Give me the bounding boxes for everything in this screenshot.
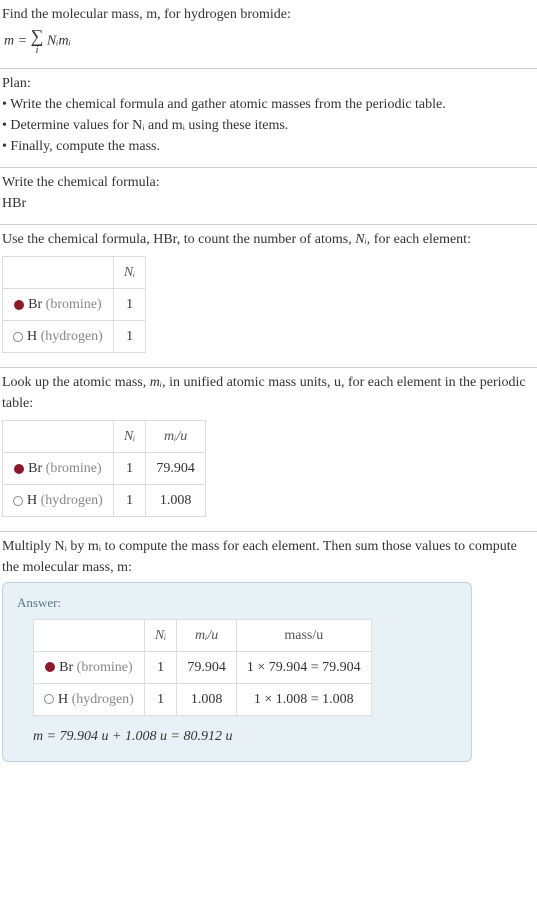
element-swatch-br <box>14 464 24 474</box>
text: Use the chemical formula, HBr, to count … <box>2 232 355 247</box>
step-heading: Look up the atomic mass, mᵢ, in unified … <box>2 372 535 414</box>
table-header-row: Nᵢ <box>3 257 146 289</box>
plan-heading: Plan: <box>2 73 535 94</box>
cell-mass: 1 × 1.008 = 1.008 <box>236 683 371 715</box>
element-name: (hydrogen) <box>72 692 134 707</box>
step-formula-section: Write the chemical formula: HBr <box>0 168 537 224</box>
cell-mi: 1.008 <box>177 683 237 715</box>
element-name: (hydrogen) <box>41 493 103 508</box>
element-symbol: Br <box>28 461 42 476</box>
col-element <box>3 257 114 289</box>
col-ni: Nᵢ <box>113 421 146 453</box>
cell-mass: 1 × 79.904 = 79.904 <box>236 651 371 683</box>
cell-element: H (hydrogen) <box>34 683 145 715</box>
plan-section: Plan: • Write the chemical formula and g… <box>0 69 537 167</box>
element-name: (bromine) <box>46 461 102 476</box>
step-heading: Multiply Nᵢ by mᵢ to compute the mass fo… <box>2 536 535 578</box>
col-mi: mᵢ/u <box>146 421 206 453</box>
sigma-icon: ∑i <box>31 27 44 56</box>
element-symbol: H <box>27 329 37 344</box>
element-swatch-br <box>14 300 24 310</box>
cell-mi: 79.904 <box>146 453 206 485</box>
var-mi: mᵢ <box>150 375 162 390</box>
element-name: (bromine) <box>77 660 133 675</box>
cell-ni: 1 <box>113 485 146 517</box>
answer-box: Answer: Nᵢ mᵢ/u mass/u Br (bromine) 1 79… <box>2 582 472 762</box>
table-row: H (hydrogen) 1 1.008 <box>3 485 206 517</box>
cell-element: H (hydrogen) <box>3 321 114 353</box>
col-ni: Nᵢ <box>113 257 146 289</box>
element-swatch-h <box>13 332 23 342</box>
intro-text: Find the molecular mass, m, for hydrogen… <box>2 4 535 25</box>
answer-label: Answer: <box>17 593 457 613</box>
element-swatch-br <box>45 662 55 672</box>
col-element <box>34 619 145 651</box>
cell-ni: 1 <box>144 651 177 683</box>
sigma: ∑ <box>31 26 44 46</box>
cell-ni: 1 <box>113 321 146 353</box>
table-row: Br (bromine) 1 79.904 1 × 79.904 = 79.90… <box>34 651 372 683</box>
step-heading: Write the chemical formula: <box>2 172 535 193</box>
mass-formula: m = ∑i Nᵢmᵢ <box>2 25 535 58</box>
col-element <box>3 421 114 453</box>
table-row: Br (bromine) 1 <box>3 289 146 321</box>
final-result: m = 79.904 u + 1.008 u = 80.912 u <box>33 726 457 747</box>
plan-bullet: • Finally, compute the mass. <box>2 136 535 157</box>
table-row: H (hydrogen) 1 <box>3 321 146 353</box>
text: , for each element: <box>367 232 471 247</box>
intro-section: Find the molecular mass, m, for hydrogen… <box>0 0 537 68</box>
cell-element: Br (bromine) <box>3 453 114 485</box>
step-heading: Use the chemical formula, HBr, to count … <box>2 229 535 250</box>
cell-element: H (hydrogen) <box>3 485 114 517</box>
col-ni: Nᵢ <box>144 619 177 651</box>
table-row: H (hydrogen) 1 1.008 1 × 1.008 = 1.008 <box>34 683 372 715</box>
plan-bullet: • Determine values for Nᵢ and mᵢ using t… <box>2 115 535 136</box>
step-count-section: Use the chemical formula, HBr, to count … <box>0 225 537 367</box>
table-header-row: Nᵢ mᵢ/u <box>3 421 206 453</box>
cell-ni: 1 <box>113 453 146 485</box>
element-symbol: Br <box>28 297 42 312</box>
element-swatch-h <box>44 694 54 704</box>
col-mass: mass/u <box>236 619 371 651</box>
step-compute-section: Multiply Nᵢ by mᵢ to compute the mass fo… <box>0 532 537 780</box>
col-mi: mᵢ/u <box>177 619 237 651</box>
element-swatch-h <box>13 496 23 506</box>
var-m: m <box>4 34 14 49</box>
cell-element: Br (bromine) <box>3 289 114 321</box>
table-header-row: Nᵢ mᵢ/u mass/u <box>34 619 372 651</box>
element-symbol: Br <box>59 660 73 675</box>
cell-ni: 1 <box>144 683 177 715</box>
count-table: Nᵢ Br (bromine) 1 H (hydrogen) 1 <box>2 256 146 353</box>
element-name: (bromine) <box>46 297 102 312</box>
table-row: Br (bromine) 1 79.904 <box>3 453 206 485</box>
element-symbol: H <box>27 493 37 508</box>
plan-bullet: • Write the chemical formula and gather … <box>2 94 535 115</box>
text: Look up the atomic mass, <box>2 375 150 390</box>
cell-mi: 1.008 <box>146 485 206 517</box>
cell-ni: 1 <box>113 289 146 321</box>
chemical-formula: HBr <box>2 193 535 214</box>
cell-mi: 79.904 <box>177 651 237 683</box>
sigma-index: i <box>31 46 44 56</box>
eq: = <box>14 34 30 49</box>
cell-element: Br (bromine) <box>34 651 145 683</box>
var-ni: Nᵢ <box>355 232 367 247</box>
answer-table: Nᵢ mᵢ/u mass/u Br (bromine) 1 79.904 1 ×… <box>33 619 372 716</box>
formula-rhs: Nᵢmᵢ <box>43 34 70 49</box>
element-symbol: H <box>58 692 68 707</box>
element-name: (hydrogen) <box>41 329 103 344</box>
step-mass-section: Look up the atomic mass, mᵢ, in unified … <box>0 368 537 531</box>
mass-table: Nᵢ mᵢ/u Br (bromine) 1 79.904 H (hydroge… <box>2 420 206 517</box>
